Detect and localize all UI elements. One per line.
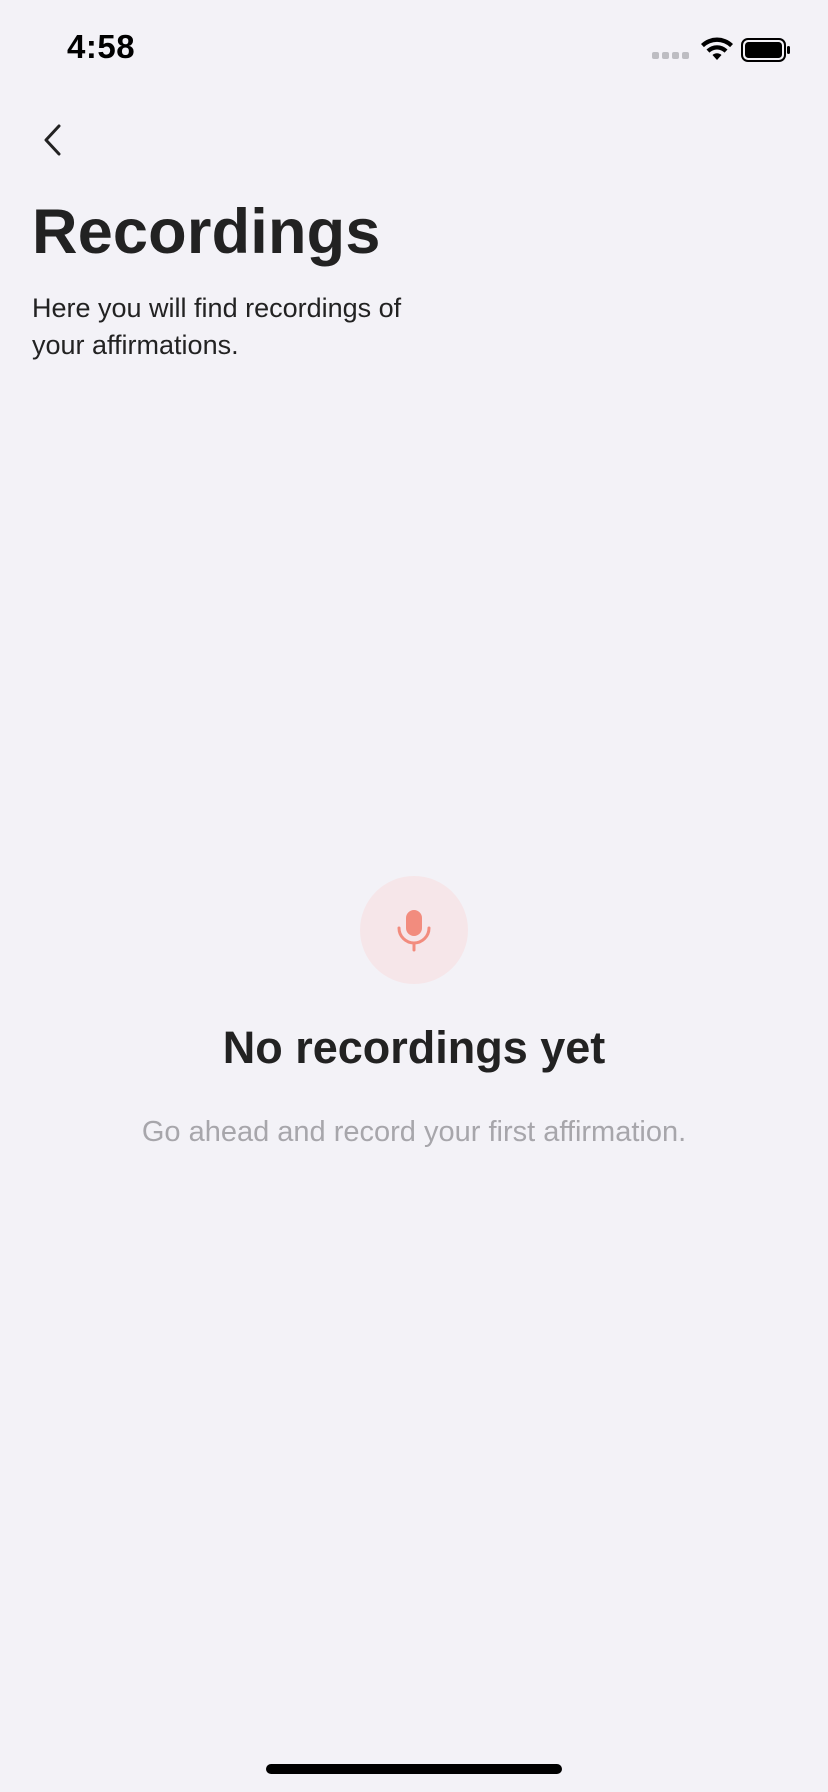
empty-state-message: Go ahead and record your first affirmati… [141, 1116, 687, 1148]
battery-icon [741, 38, 790, 62]
recordings-screen: 4:58 Recordings Here you will find recor… [0, 0, 828, 1792]
wifi-icon [701, 37, 733, 60]
microphone-badge [360, 876, 468, 984]
back-button[interactable] [30, 116, 74, 164]
home-indicator[interactable] [266, 1764, 562, 1774]
empty-state-title: No recordings yet [222, 1022, 606, 1073]
microphone-icon [397, 910, 431, 952]
chevron-left-icon [44, 124, 61, 156]
signal-icon [652, 52, 692, 62]
status-time: 4:58 [67, 28, 136, 65]
page-title: Recordings [32, 197, 381, 267]
status-bar: 4:58 [0, 0, 828, 100]
page-subtitle: Here you will find recordings of your af… [32, 293, 402, 360]
empty-state: No recordings yet Go ahead and record yo… [0, 876, 828, 1149]
